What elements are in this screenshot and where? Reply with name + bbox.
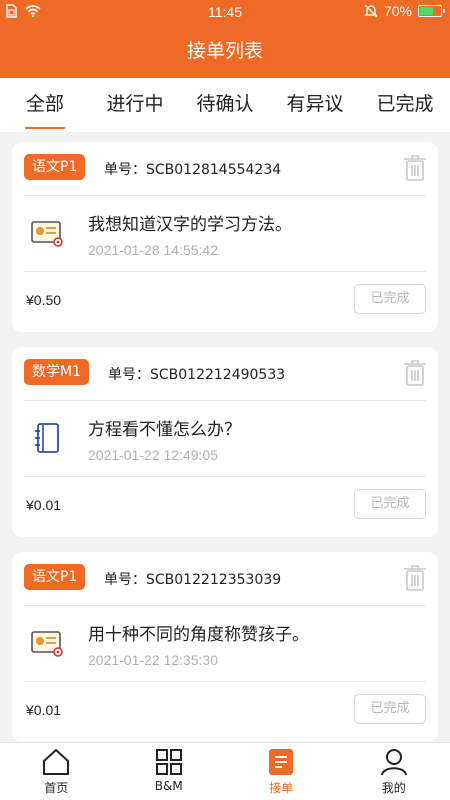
battery-percent: 70% — [383, 3, 412, 19]
completed-button[interactable]: 已完成 — [354, 489, 426, 519]
certificate-icon — [31, 631, 63, 657]
nav-orders[interactable]: 接单 — [225, 743, 338, 800]
order-price: ¥0.50 — [26, 292, 62, 308]
nav-bm[interactable]: B&M — [113, 743, 226, 800]
order-number: 单号：SCB012814554234 — [104, 162, 282, 178]
order-card[interactable]: 语文P1 单号：SCB012212353039 用十种不同的角度称赞孩子。 20… — [12, 552, 438, 742]
status-bar: 11:45 70% — [0, 0, 450, 24]
nav-label: B&M — [154, 779, 183, 793]
mute-bell-icon — [364, 4, 378, 18]
certificate-icon — [31, 221, 63, 247]
orders-icon — [269, 749, 294, 775]
tab-completed[interactable]: 已完成 — [360, 78, 450, 132]
tab-in-progress[interactable]: 进行中 — [90, 78, 180, 132]
nav-profile[interactable]: 我的 — [338, 743, 450, 800]
subject-tag: 数学M1 — [24, 359, 89, 385]
nav-home[interactable]: 首页 — [0, 743, 113, 800]
trash-icon[interactable] — [404, 359, 426, 387]
status-right: 70% — [364, 3, 445, 19]
page-title: 接单列表 — [186, 40, 263, 62]
tab-disputed[interactable]: 有异议 — [270, 78, 360, 132]
order-time: 2021-01-28 14:55:42 — [88, 242, 218, 258]
order-price: ¥0.01 — [26, 702, 62, 718]
order-card[interactable]: 数学M1 单号：SCB012212490533 方程看不懂怎么办？ 2021-0… — [12, 347, 438, 537]
battery-fill — [420, 7, 434, 15]
completed-button[interactable]: 已完成 — [354, 284, 426, 314]
order-number: 单号：SCB012212353039 — [104, 572, 282, 588]
notebook-icon — [35, 423, 59, 453]
trash-icon[interactable] — [404, 154, 426, 182]
order-price: ¥0.01 — [26, 497, 62, 513]
nav-label: 接单 — [269, 781, 294, 795]
completed-button[interactable]: 已完成 — [354, 694, 426, 724]
trash-icon[interactable] — [404, 564, 426, 592]
grid-icon — [155, 749, 182, 775]
order-time: 2021-01-22 12:49:05 — [88, 447, 218, 463]
order-list[interactable]: 语文P1 单号：SCB012814554234 我想知道汉字的学习方法。 202… — [0, 132, 450, 742]
subject-tag: 语文P1 — [24, 154, 86, 180]
order-title: 用十种不同的角度称赞孩子。 — [88, 625, 309, 645]
subject-tag: 语文P1 — [24, 564, 86, 590]
tab-all[interactable]: 全部 — [0, 78, 90, 132]
order-time: 2021-01-22 12:35:30 — [88, 652, 218, 668]
order-number: 单号：SCB012212490533 — [108, 367, 286, 383]
bottom-nav: 首页 B&M 接单 我的 — [0, 742, 450, 800]
tab-bar: 全部 进行中 待确认 有异议 已完成 — [0, 78, 450, 132]
nav-bar: 接单列表 — [0, 24, 450, 78]
nav-label: 首页 — [44, 781, 69, 795]
nav-label: 我的 — [381, 781, 406, 795]
order-title: 方程看不懂怎么办？ — [88, 420, 241, 440]
home-icon — [43, 749, 70, 775]
order-card[interactable]: 语文P1 单号：SCB012814554234 我想知道汉字的学习方法。 202… — [12, 142, 438, 332]
order-title: 我想知道汉字的学习方法。 — [88, 215, 292, 235]
battery-icon — [418, 5, 445, 17]
tab-pending[interactable]: 待确认 — [180, 78, 270, 132]
profile-icon — [380, 749, 407, 776]
